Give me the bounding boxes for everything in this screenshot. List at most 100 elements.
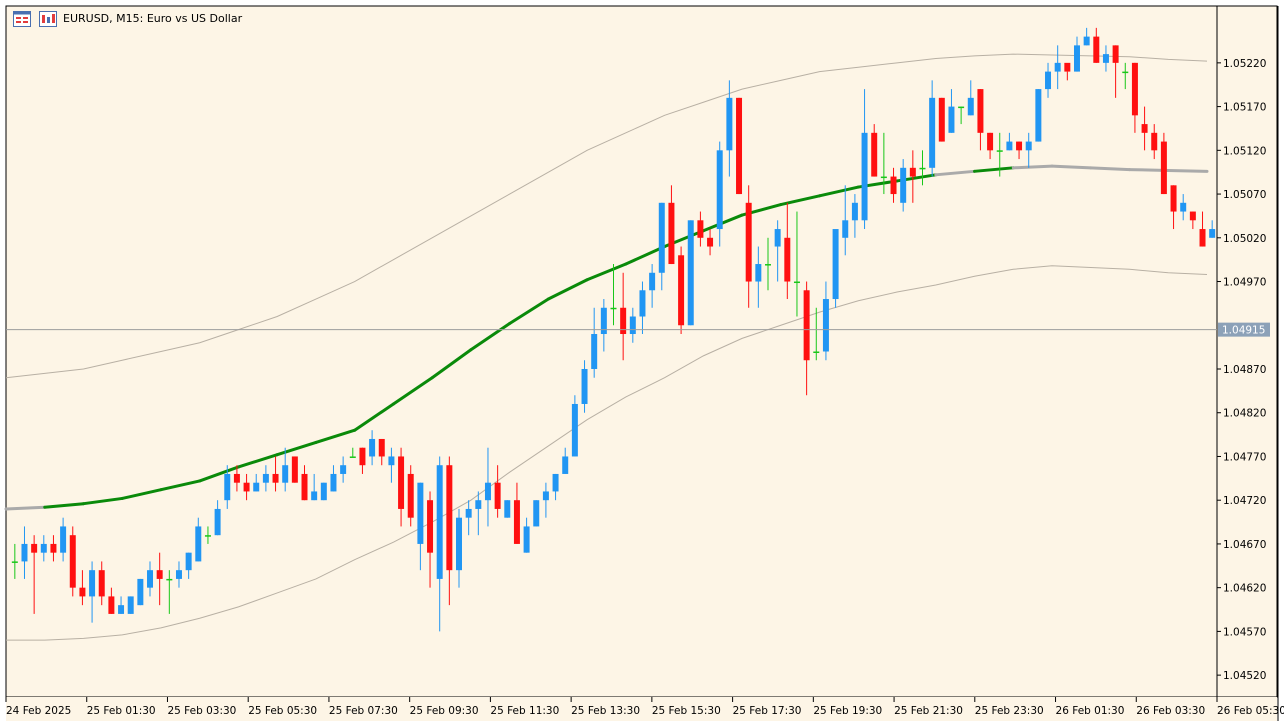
candle-body xyxy=(1035,89,1042,142)
time-tick-label: 25 Feb 21:30 xyxy=(894,705,963,717)
candle-body xyxy=(562,456,569,474)
candle-body xyxy=(185,552,192,571)
time-tick-label: 25 Feb 23:30 xyxy=(975,705,1044,717)
candle-body xyxy=(1199,229,1206,247)
moving-average-segment xyxy=(1011,164,1054,170)
candle-body xyxy=(359,447,366,466)
candle-body xyxy=(40,543,47,553)
price-axis: 1.05220 1.05170 1.05120 1.05070 1.05020 1.049… xyxy=(1217,58,1270,682)
time-tick-label: 25 Feb 01:30 xyxy=(87,705,156,717)
candle-body xyxy=(233,473,240,483)
candle-body xyxy=(668,202,675,265)
candle-body xyxy=(1131,62,1138,116)
candle-body xyxy=(938,97,945,142)
candle-body xyxy=(774,229,781,247)
price-tick-label: 1.04770 xyxy=(1223,451,1266,463)
price-tick-label: 1.04520 xyxy=(1223,670,1266,682)
chart-window[interactable]: 1.05220 1.05170 1.05120 1.05070 1.05020 1.049… xyxy=(0,0,1284,726)
time-tick-label: 25 Feb 17:30 xyxy=(733,705,802,717)
candle-body xyxy=(523,526,530,553)
candle-body xyxy=(987,132,994,151)
candle-body xyxy=(967,97,974,116)
candle xyxy=(407,465,414,527)
candle-body xyxy=(755,264,762,282)
candle-body xyxy=(195,526,202,562)
candle-body xyxy=(504,500,511,518)
candle-body xyxy=(658,202,665,273)
current-price-label: 1.04915 xyxy=(1222,325,1265,337)
price-tick-label: 1.05170 xyxy=(1223,102,1266,114)
candle-body xyxy=(427,500,434,553)
candle-body xyxy=(629,316,636,335)
candle-body xyxy=(919,167,926,170)
candle-body xyxy=(1112,45,1119,63)
candle-body xyxy=(707,237,714,247)
candle-body xyxy=(214,508,221,536)
candle xyxy=(687,220,694,326)
candle-body xyxy=(842,220,849,238)
price-tick-label: 1.04970 xyxy=(1223,277,1266,289)
time-tick-label: 26 Feb 05:30 xyxy=(1217,705,1284,717)
candle-body xyxy=(832,229,839,300)
candle-body xyxy=(243,482,250,492)
candle xyxy=(1035,89,1042,142)
candle-body xyxy=(977,89,984,133)
candle-body xyxy=(369,438,376,457)
candle-body xyxy=(417,482,424,544)
candle-body xyxy=(156,570,163,579)
candle-body xyxy=(127,596,134,614)
candle-body xyxy=(639,290,646,317)
candle-body xyxy=(1064,62,1071,72)
chart-canvas[interactable]: 1.05220 1.05170 1.05120 1.05070 1.05020 1.049… xyxy=(0,0,1284,726)
candle-body xyxy=(1209,229,1216,238)
candle-body xyxy=(861,132,868,221)
candle-body xyxy=(311,491,318,501)
candle-body xyxy=(948,106,955,133)
chart-type-icon[interactable] xyxy=(39,11,57,27)
candle-body xyxy=(436,465,443,579)
candle-body xyxy=(745,202,752,282)
candle-body xyxy=(533,500,540,527)
candle-body xyxy=(765,264,771,266)
candle-body xyxy=(50,543,57,553)
chart-window-icon[interactable] xyxy=(13,11,31,27)
chart-title: EURUSD, M15: Euro vs US Dollar xyxy=(63,12,243,25)
candle-body xyxy=(320,482,327,501)
candle xyxy=(320,482,327,501)
candle xyxy=(1160,132,1167,195)
candle-body xyxy=(716,150,723,230)
candle-body xyxy=(1151,132,1158,151)
time-tick-label: 25 Feb 19:30 xyxy=(813,705,882,717)
candle-body xyxy=(98,570,105,597)
time-tick-label: 24 Feb 2025 xyxy=(6,705,71,717)
candle-body xyxy=(822,299,829,352)
candle-body xyxy=(69,535,76,588)
candle-body xyxy=(591,334,598,369)
candle-body xyxy=(1141,124,1148,133)
price-tick-label: 1.04820 xyxy=(1223,408,1266,420)
moving-average-segment xyxy=(4,505,47,511)
candle-body xyxy=(118,605,125,614)
candle-body xyxy=(262,473,269,483)
candle xyxy=(127,596,134,614)
candle-body xyxy=(1073,45,1080,72)
candle-body xyxy=(349,456,356,458)
candle-body xyxy=(880,176,887,179)
time-tick-label: 25 Feb 03:30 xyxy=(167,705,236,717)
moving-average-segment xyxy=(1089,166,1132,172)
candle xyxy=(504,500,511,518)
candle-body xyxy=(494,482,501,509)
candle-body xyxy=(204,535,211,537)
time-tick-label: 26 Feb 01:30 xyxy=(1056,705,1125,717)
time-tick-label: 25 Feb 09:30 xyxy=(410,705,479,717)
candle-body xyxy=(1122,71,1129,74)
time-tick-label: 25 Feb 11:30 xyxy=(490,705,559,717)
candle-body xyxy=(398,456,405,509)
candle xyxy=(832,229,839,308)
candle-body xyxy=(542,491,549,501)
candle-body xyxy=(147,570,154,588)
candle-body xyxy=(378,438,385,457)
candle xyxy=(938,97,945,142)
candle-body xyxy=(272,473,279,483)
candle-body xyxy=(890,176,897,195)
